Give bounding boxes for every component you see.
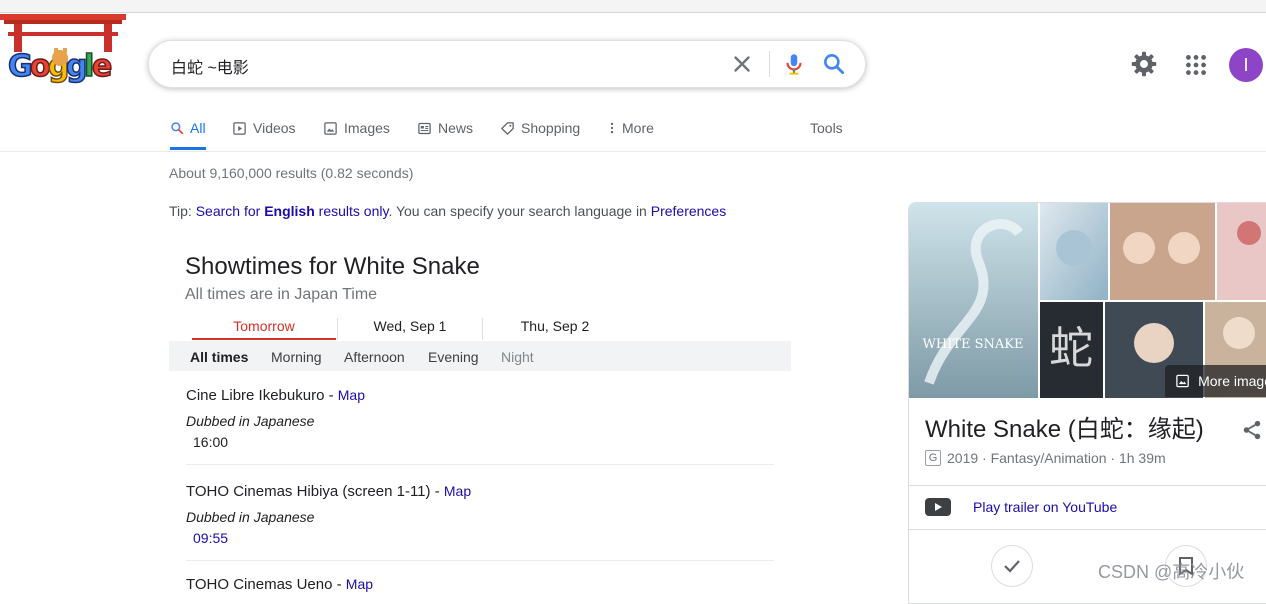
tab-shopping[interactable]: Shopping: [500, 118, 580, 138]
filter-morning[interactable]: Morning: [271, 349, 322, 365]
tip-middle: . You can specify your search language i…: [388, 203, 651, 219]
browser-bookmark-bar: [0, 0, 1266, 13]
watched-button[interactable]: [991, 545, 1033, 587]
filter-night[interactable]: Night: [501, 349, 534, 365]
map-link[interactable]: Map: [346, 576, 373, 592]
tag-icon: [501, 121, 514, 135]
tab-videos[interactable]: Videos: [232, 118, 296, 138]
tabs-divider: [0, 151, 1266, 152]
search-icon[interactable]: [821, 51, 847, 77]
poster-title-text: WHITE SNAKE: [923, 337, 1024, 352]
settings-gear-icon[interactable]: [1130, 50, 1158, 78]
day-tab-thu[interactable]: Thu, Sep 2: [482, 318, 627, 340]
check-icon: [1004, 560, 1020, 573]
tab-label: Videos: [253, 120, 296, 136]
search-icon: [171, 122, 184, 135]
apps-grid-icon[interactable]: [1183, 52, 1209, 78]
tab-label: Tools: [810, 120, 843, 136]
tab-tools[interactable]: Tools: [810, 118, 843, 138]
showtimes-title: Showtimes for White Snake: [185, 253, 480, 280]
cinema-name: TOHO Cinemas Hibiya (screen 1-11) - Map: [186, 483, 472, 500]
map-link[interactable]: Map: [338, 387, 365, 403]
panel-divider: [909, 485, 1266, 486]
row-divider: [186, 560, 774, 561]
youtube-icon: [925, 498, 951, 516]
english-results-link[interactable]: Search for English results only: [196, 203, 389, 219]
more-images-button[interactable]: More images: [1165, 365, 1266, 397]
result-stats: About 9,160,000 results (0.82 seconds): [169, 165, 414, 181]
search-divider: [769, 51, 770, 77]
cinema-name: TOHO Cinemas Ueno - Map: [186, 576, 374, 593]
row-divider: [186, 464, 774, 465]
day-tab-tomorrow[interactable]: Tomorrow: [192, 318, 336, 340]
tab-label: All: [190, 120, 206, 136]
movie-title: White Snake (白蛇：缘起): [925, 416, 1204, 443]
language-note: Dubbed in Japanese: [186, 413, 315, 429]
google-badge-icon: G: [925, 450, 941, 466]
filter-evening[interactable]: Evening: [428, 349, 479, 365]
svg-text:G: G: [8, 49, 33, 84]
language-note: Dubbed in Japanese: [186, 509, 315, 525]
search-input[interactable]: 白蛇 ~电影: [171, 54, 249, 78]
play-icon: [233, 121, 246, 135]
showtimes-subtitle: All times are in Japan Time: [185, 286, 378, 303]
showtime: 16:00: [193, 434, 229, 450]
preferences-link[interactable]: Preferences: [651, 203, 726, 219]
tab-label: More: [622, 120, 654, 136]
tab-label: News: [438, 120, 474, 136]
svg-text:e: e: [92, 49, 112, 84]
tab-all[interactable]: All: [170, 118, 206, 138]
panel-divider: [909, 529, 1266, 530]
tip-prefix: Tip:: [169, 203, 196, 219]
tab-more[interactable]: More: [608, 118, 654, 138]
knowledge-panel: WHITE SNAKE 蛇 More images White Snake (白…: [908, 202, 1266, 604]
account-avatar[interactable]: I: [1229, 48, 1263, 82]
google-doodle-logo[interactable]: G o g g l e: [0, 14, 126, 90]
tab-label: Images: [344, 120, 390, 136]
active-tab-indicator: [170, 147, 206, 150]
watermark: CSDN @高冷小伙: [1098, 562, 1245, 582]
image-icon: [324, 121, 337, 135]
image-icon: [1176, 374, 1189, 388]
share-icon[interactable]: [1241, 419, 1263, 441]
filter-afternoon[interactable]: Afternoon: [344, 349, 405, 365]
day-tab-wed[interactable]: Wed, Sep 1: [337, 318, 482, 340]
svg-text:蛇: 蛇: [1049, 323, 1093, 374]
tab-news[interactable]: News: [417, 118, 473, 138]
cinema-name: Cine Libre Ikebukuro - Map: [186, 387, 365, 404]
showtime[interactable]: 09:55: [193, 530, 228, 546]
time-filter-bar: All times Morning Afternoon Evening Nigh…: [169, 341, 791, 371]
microphone-icon[interactable]: [781, 51, 807, 77]
clear-icon[interactable]: [729, 51, 755, 77]
tab-label: Shopping: [521, 120, 581, 136]
news-icon: [418, 122, 431, 134]
search-box[interactable]: 白蛇 ~电影: [148, 40, 866, 88]
more-vert-icon: [610, 122, 614, 134]
movie-meta: G 2019 · Fantasy/Animation · 1h 39m: [925, 450, 1166, 466]
language-tip: Tip: Search for English results only. Yo…: [169, 203, 726, 219]
tab-images[interactable]: Images: [323, 118, 390, 138]
play-trailer-link[interactable]: Play trailer on YouTube: [925, 498, 1117, 516]
filter-all-times[interactable]: All times: [190, 349, 248, 365]
map-link[interactable]: Map: [444, 483, 471, 499]
